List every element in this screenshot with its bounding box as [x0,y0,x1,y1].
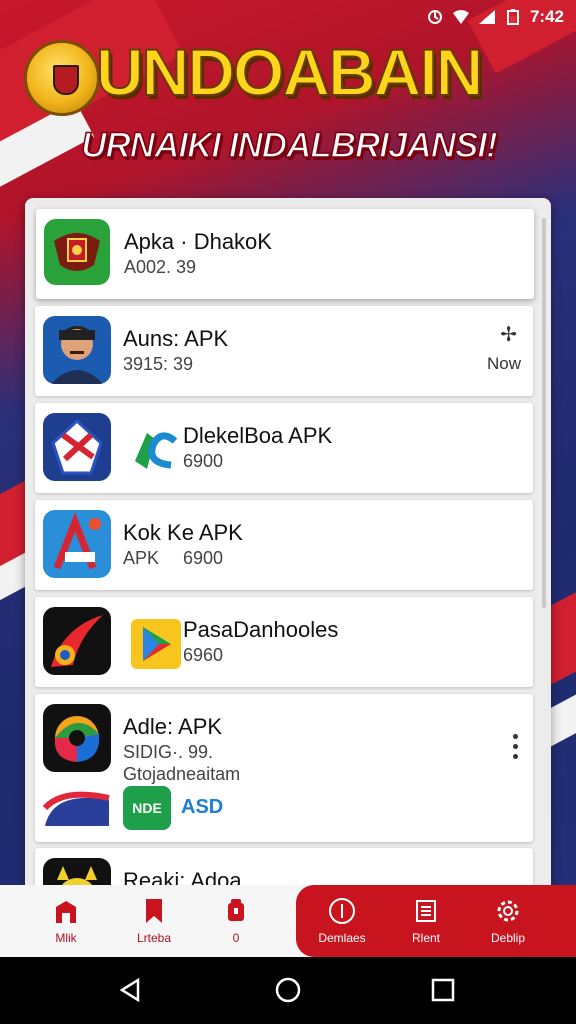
bookmark-icon [146,899,162,923]
app-description: Gtojadneaitam [123,764,241,784]
app-type: APK [123,548,160,568]
android-icon [228,899,244,921]
list-item[interactable]: PasaDanhooles 6960 [35,597,533,687]
man-avatar-icon [43,316,111,384]
list-item[interactable]: Apka · DhakoK A002. 39 [36,209,534,299]
list-item[interactable]: Adle: APK SIDIG·. 99. Gtojadneaitam NDE … [35,694,533,842]
more-options-icon[interactable] [513,734,519,764]
pin-icon[interactable]: ✢ [500,322,517,347]
app-version: 3915: 39 [123,354,194,374]
rainbow-circle-icon [43,704,111,772]
list-item[interactable]: DlekelBoa APK 6900 [35,403,533,493]
star-badge-icon [43,413,111,481]
nav-recent[interactable]: Rlent [394,885,458,957]
app-subtitle: URNAIKI INDALBRIJANSI! [81,125,499,166]
app-name: DlekelBoa APK [183,423,333,448]
c-logo-icon [131,425,181,475]
letter-a-icon [43,510,111,578]
gear-icon [497,900,519,922]
info-icon [329,898,355,924]
swoosh-icon [42,786,111,830]
app-title: UNDOABAIN [95,34,484,110]
home-button-icon[interactable] [275,977,301,1003]
wifi-icon [452,10,469,24]
clock: 7:42 [529,7,564,26]
system-nav-bar [0,957,576,1024]
play-store-icon [43,607,111,675]
scrollbar[interactable] [542,218,546,608]
app-version: SIDIG·. 99. [123,742,214,762]
app-version: 6900 [183,451,224,471]
app-name: Auns: APK [123,326,229,351]
google-play-icon [131,619,181,669]
app-version: A002. 39 [124,257,197,277]
app-name: Adle: APK [123,714,223,739]
bottom-nav: Mlik Lrteba 0 Demlaes Rlent Deblip [0,885,576,957]
app-version: 6960 [183,645,224,665]
nav-android[interactable]: 0 [206,885,266,957]
app-name: PasaDanhooles [183,617,339,642]
nav-red-section: Demlaes Rlent Deblip [296,885,576,957]
data-sync-icon [427,10,442,24]
signal-icon [478,10,495,24]
nav-home[interactable]: Mlik [30,885,102,957]
app-name: Apka · DhakoK [124,229,272,254]
list-item[interactable]: Kok Ke APK APK 6900 [35,500,533,590]
garuda-emblem-icon [24,40,100,116]
garuda-icon [44,219,110,285]
app-version: 6900 [183,548,224,568]
home-icon [56,901,76,923]
app-list[interactable]: Apka · DhakoK A002. 39 Auns: APK 3915: 3… [25,198,551,898]
app-name: Kok Ke APK [123,520,243,545]
app-name: ASD [181,796,224,818]
list-icon [416,900,436,922]
list-item[interactable]: Auns: APK 3915: 39 ✢ Now [35,306,533,396]
nav-bookmarks[interactable]: Lrteba [118,885,190,957]
recents-icon[interactable] [430,977,456,1003]
status-bar: 7:42 [0,0,576,34]
nav-settings[interactable]: Deblip [476,885,540,957]
new-label: Now [486,354,521,373]
battery-icon [506,9,519,25]
nav-details[interactable]: Demlaes [310,885,374,957]
back-icon[interactable] [118,977,144,1003]
nde-badge-icon: NDE [123,786,171,830]
